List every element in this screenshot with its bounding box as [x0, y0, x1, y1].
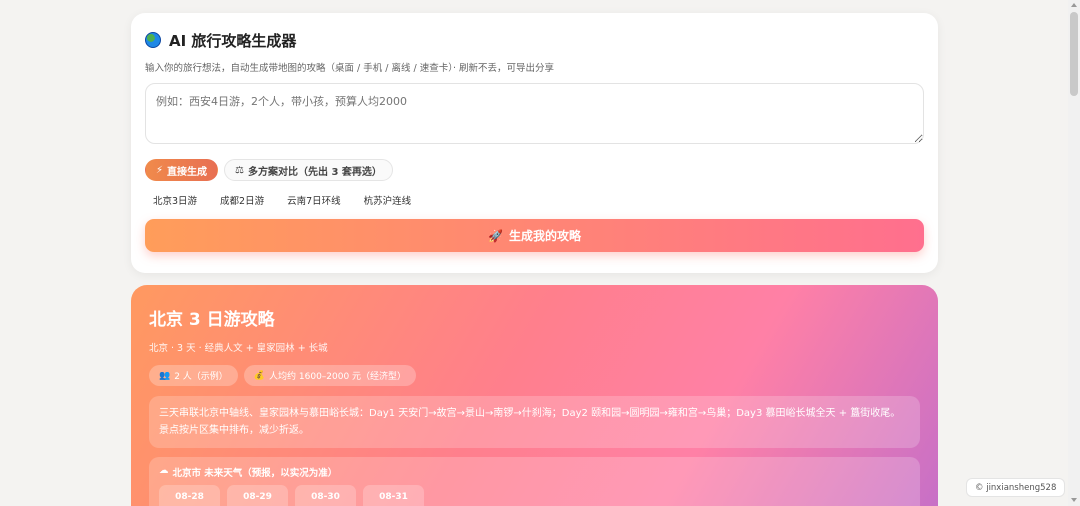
mode-label: 多方案对比（先出 3 套再选） [248, 166, 382, 178]
mode-compare-button[interactable]: ⚖ 多方案对比（先出 3 套再选） [224, 159, 393, 181]
result-title: 北京 3 日游攻略 [149, 310, 275, 330]
weather-day: 08-29 晴 [227, 485, 288, 506]
trip-input[interactable] [145, 83, 924, 144]
mode-label: 直接生成 [167, 166, 208, 178]
weather-day: 08-28 小雨 [159, 485, 220, 506]
pill-label: 人均约 1600–2000 元（经济型） [269, 372, 407, 382]
balance-icon: ⚖ [235, 164, 244, 176]
weather-title: ☁ 北京市 未来天气（预报，以实况为准） [159, 465, 910, 479]
quick-chip-yunnan[interactable]: 云南7日环线 [287, 193, 341, 207]
title-row: AI 旅行攻略生成器 [145, 29, 924, 51]
scroll-down-icon[interactable] [1071, 498, 1077, 502]
quick-chip-beijing[interactable]: 北京3日游 [153, 193, 197, 207]
page-scrollbar[interactable] [1068, 0, 1080, 506]
weather-date: 08-29 [243, 492, 272, 502]
generate-button[interactable]: 🚀 生成我的攻略 [145, 219, 924, 252]
cloud-icon: ☁ [159, 465, 169, 476]
mode-direct-button[interactable]: ⚡ 直接生成 [145, 159, 219, 181]
budget-pill: 💰 人均约 1600–2000 元（经济型） [243, 365, 417, 386]
weather-day: 08-31 晴 [363, 485, 424, 506]
result-card: 北京 3 日游攻略 北京 · 3 天 · 经典人文 + 皇家园林 + 长城 👥 … [131, 285, 938, 506]
globe-icon [145, 32, 161, 48]
weather-date: 08-31 [379, 492, 408, 502]
weather-date: 08-30 [311, 492, 340, 502]
people-icon: 👥 [159, 370, 171, 381]
rocket-icon: 🚀 [488, 228, 503, 243]
generate-label: 生成我的攻略 [508, 229, 581, 243]
weather-days: 08-28 小雨 08-29 晴 08-30 晴 08-31 晴 [159, 485, 910, 506]
app-subtitle: 输入你的旅行想法，自动生成带地图的攻略（桌面 / 手机 / 离线 / 速查卡）·… [145, 63, 555, 74]
people-pill: 👥 2 人（示例） [149, 365, 238, 386]
weather-date: 08-28 [175, 492, 204, 502]
lightning-icon: ⚡ [156, 164, 164, 176]
scroll-up-icon[interactable] [1071, 3, 1077, 7]
quick-chip-hangsuhu[interactable]: 杭苏沪连线 [364, 193, 412, 207]
mode-selector: ⚡ 直接生成 ⚖ 多方案对比（先出 3 套再选） [145, 159, 924, 181]
result-subtitle: 北京 · 3 天 · 经典人文 + 皇家园林 + 长城 [149, 343, 328, 354]
result-summary: 三天串联北京中轴线、皇家园林与慕田峪长城：Day1 天安门→故宫→景山→南锣→什… [149, 396, 920, 448]
weather-panel: ☁ 北京市 未来天气（预报，以实况为准） 08-28 小雨 08-29 晴 08… [149, 457, 920, 506]
author-watermark: © jinxiansheng528 [966, 478, 1066, 497]
weather-title-text: 北京市 未来天气（预报，以实况为准） [172, 468, 338, 479]
scroll-thumb[interactable] [1070, 12, 1078, 96]
input-card: AI 旅行攻略生成器 输入你的旅行想法，自动生成带地图的攻略（桌面 / 手机 /… [131, 13, 938, 273]
money-bag-icon: 💰 [253, 370, 266, 381]
pill-label: 2 人（示例） [174, 372, 228, 382]
weather-day: 08-30 晴 [295, 485, 356, 506]
result-pills: 👥 2 人（示例） 💰 人均约 1600–2000 元（经济型） [149, 365, 920, 386]
app-title: AI 旅行攻略生成器 [169, 31, 297, 50]
page: AI 旅行攻略生成器 输入你的旅行想法，自动生成带地图的攻略（桌面 / 手机 /… [131, 13, 938, 506]
quick-chip-chengdu[interactable]: 成都2日游 [220, 193, 264, 207]
quick-chips: 北京3日游 成都2日游 云南7日环线 杭苏沪连线 [145, 193, 924, 207]
